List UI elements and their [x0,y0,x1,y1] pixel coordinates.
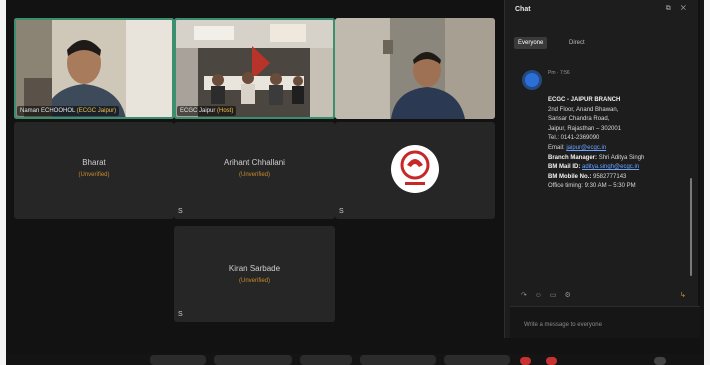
address-line: 2nd Floor, Anand Bhawan, [548,106,619,113]
chat-scrollbar[interactable] [690,178,692,276]
organisation-logo [391,145,439,193]
participant-label: ECGC Jaipur (Host) [177,106,237,116]
tab-everyone[interactable]: Everyone [514,37,548,49]
bm-email-link[interactable]: aditya.singh@ecgc.in [582,164,639,170]
video-tile-naman[interactable]: Naman ECHOOHOL (ECGC Jaipur) [14,18,174,119]
end-call-button[interactable] [546,357,557,365]
video-feed-office [335,18,495,119]
tile-footer-icon: S [178,208,183,215]
participant-tile-logo[interactable]: S [335,122,495,219]
chat-input-placeholder: Write a message to everyone [524,322,602,328]
address-line: Sansar Chandra Road, [548,116,610,123]
chat-message: ECGC - JAIPUR BRANCH 2nd Floor, Anand Bh… [548,96,688,192]
meeting-toolbar [6,354,704,365]
tile-footer-icon: S [339,208,344,215]
participant-tile-arihant[interactable]: Arihant Chhallani (Unverified) S [174,122,335,219]
office-timing: Office timing: 9:30 AM – 5:30 PM [548,183,636,190]
toolbar-button[interactable] [214,355,292,365]
telephone: Tel.: 0141-2369090 [548,135,600,142]
leave-button[interactable] [520,357,531,365]
chat-toolbar-icons[interactable]: ↷ ☺ ▭ ⚙ [521,291,574,299]
video-tile-man-office[interactable] [335,18,495,119]
more-options-button[interactable] [654,357,666,365]
toolbar-button[interactable] [150,355,206,365]
chat-window-controls[interactable]: ⧉ ✕ [666,5,690,13]
manager-name: Shri Aditya Singh [598,154,645,161]
toolbar-button[interactable] [444,355,510,365]
sender-avatar [522,70,542,90]
video-feed-room [174,18,335,119]
video-tile-room[interactable]: ECGC Jaipur (Host) [174,18,335,119]
address-line: Jaipur, Rajasthan – 302001 [548,125,622,132]
toolbar-button[interactable] [300,355,352,365]
email-link[interactable]: jaipur@ecgc.in [566,145,606,151]
tile-footer-icon: S [178,311,183,318]
participant-tile-kiran[interactable]: Kiran Sarbade (Unverified) S [174,226,335,322]
send-icon[interactable]: ↳ [680,291,686,299]
participant-name: Bharat [82,158,106,167]
message-meta: Pm · 7:56 [548,70,570,76]
toolbar-button[interactable] [360,355,436,365]
participant-tile-bharat[interactable]: Bharat (Unverified) [14,122,174,219]
unverified-badge: (Unverified) [238,278,270,284]
participant-name: Arihant Chhallani [224,158,285,167]
message-heading: ECGC - JAIPUR BRANCH [548,97,621,103]
chat-title: Chat [515,6,531,13]
chat-input-box[interactable]: Write a message to everyone [510,306,700,338]
bm-mobile: 9582777143 [593,173,627,180]
unverified-badge: (Unverified) [238,172,270,178]
participant-label: Naman ECHOOHOL (ECGC Jaipur) [17,106,120,116]
unverified-badge: (Unverified) [78,172,110,178]
tab-direct[interactable]: Direct [565,37,589,49]
video-feed-naman [14,18,174,119]
participant-name: Kiran Sarbade [228,264,281,273]
